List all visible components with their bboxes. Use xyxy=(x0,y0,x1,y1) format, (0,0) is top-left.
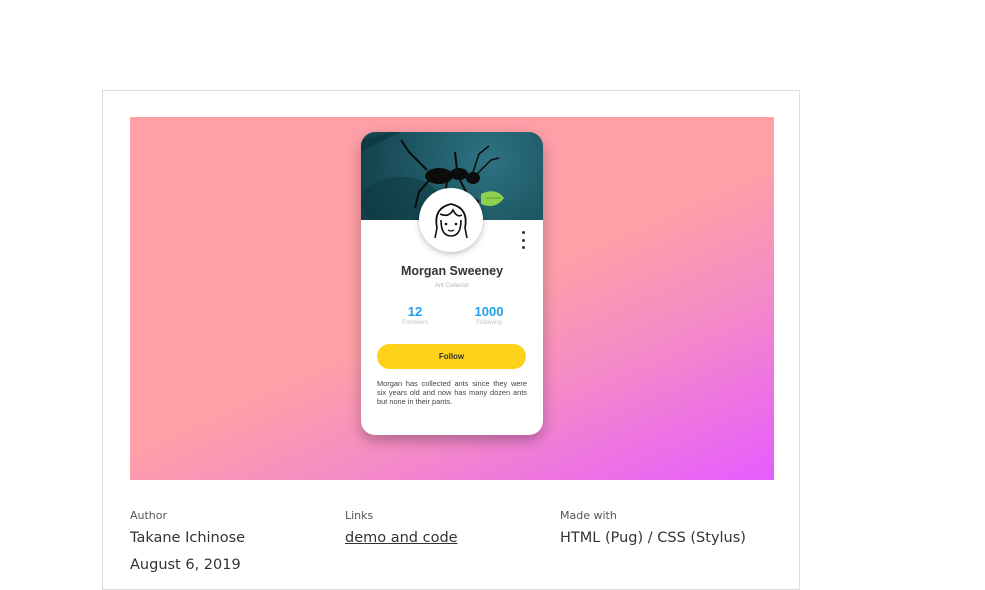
followers-stat: 12 Followers xyxy=(385,304,445,326)
profile-role: Ant Collector xyxy=(434,283,470,289)
avatar xyxy=(419,188,483,252)
pen-preview: Morgan Sweeney Ant Collector 12 Follower… xyxy=(130,117,774,480)
profile-name: Morgan Sweeney xyxy=(400,264,504,278)
more-options-icon[interactable] xyxy=(517,231,529,249)
demo-and-code-link[interactable]: demo and code xyxy=(345,530,458,546)
made-with-label: Made with xyxy=(560,509,617,522)
following-stat: 1000 Following xyxy=(459,304,519,326)
made-with-value: HTML (Pug) / CSS (Stylus) xyxy=(560,530,746,546)
followers-label: Followers xyxy=(402,320,428,326)
followers-count: 12 xyxy=(407,304,423,319)
follow-button[interactable]: Follow xyxy=(377,344,526,369)
following-count: 1000 xyxy=(474,304,504,319)
links-label: Links xyxy=(345,509,374,522)
author-name: Takane Ichinose xyxy=(130,530,246,546)
character-face-icon xyxy=(434,203,468,239)
publish-date: August 6, 2019 xyxy=(130,557,241,573)
profile-bio: Morgan has collected ants since they wer… xyxy=(377,379,527,406)
following-label: Following xyxy=(476,320,502,326)
profile-card: Morgan Sweeney Ant Collector 12 Follower… xyxy=(361,132,543,435)
author-label: Author xyxy=(130,509,168,522)
